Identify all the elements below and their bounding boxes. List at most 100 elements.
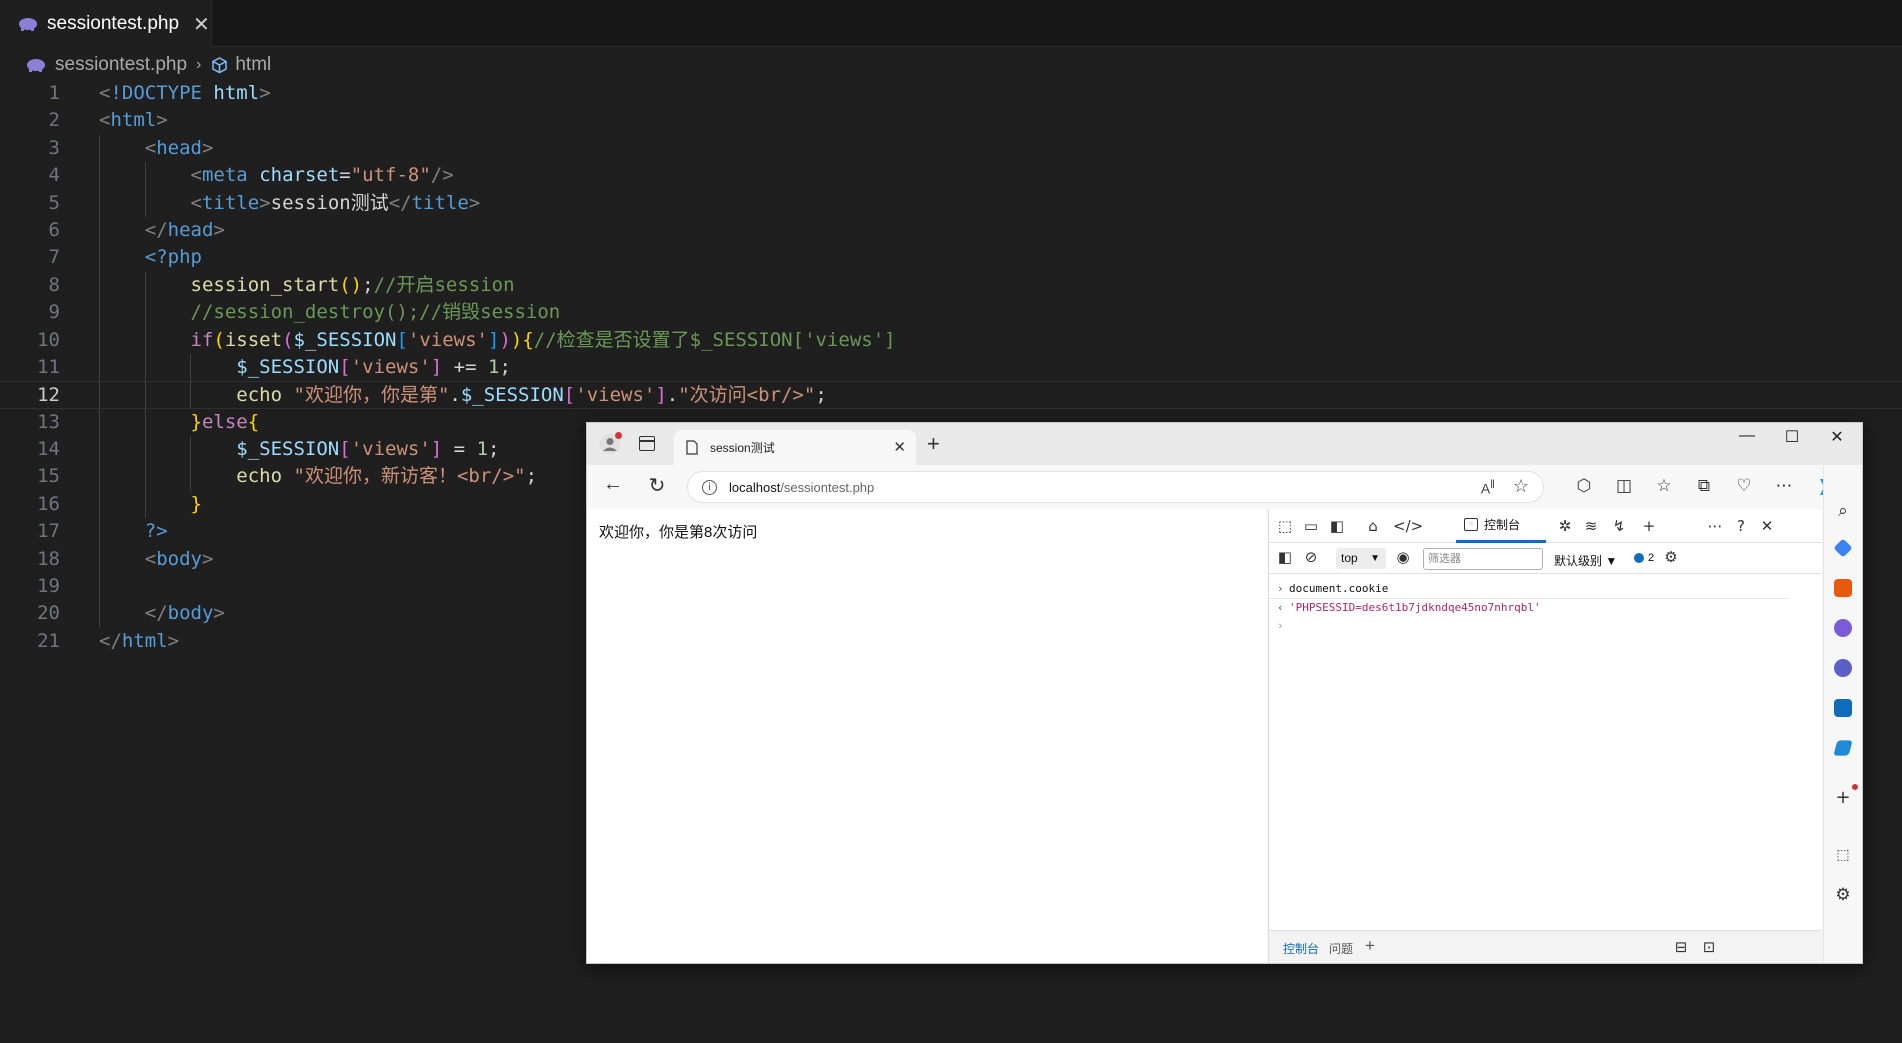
- browser-tab-session[interactable]: session测试 ✕: [674, 430, 916, 465]
- microsoft-365-icon[interactable]: [1834, 659, 1852, 677]
- tab-console-label: 控制台: [1484, 518, 1521, 532]
- sources-bug-icon[interactable]: ✲: [1555, 517, 1575, 535]
- maximize-icon[interactable]: ☐: [1772, 427, 1812, 447]
- back-arrow-icon[interactable]: ←: [599, 473, 627, 496]
- editor-tab-label: sessiontest.php: [47, 12, 180, 34]
- browser-toolbar: ← ↻ i localhost/sessiontest.php A‖ ☆ ⬡ ◫…: [587, 465, 1862, 509]
- site-info-icon[interactable]: i: [702, 479, 717, 495]
- console-filter-input[interactable]: 筛选器: [1423, 548, 1543, 570]
- minimize-icon[interactable]: —: [1727, 427, 1767, 445]
- context-select[interactable]: top ▼: [1336, 548, 1386, 569]
- search-icon[interactable]: ⌕: [1831, 501, 1855, 521]
- sidebar-toggle-icon[interactable]: ◧: [1275, 548, 1295, 566]
- console-icon: >: [1464, 518, 1478, 531]
- breadcrumb-symbol[interactable]: html: [235, 54, 271, 76]
- refresh-icon[interactable]: ↻: [643, 473, 671, 498]
- live-expression-eye-icon[interactable]: ◉: [1393, 548, 1413, 566]
- browser-essentials-icon[interactable]: ♡: [1732, 476, 1756, 496]
- help-icon[interactable]: ?: [1731, 517, 1751, 535]
- read-aloud-icon[interactable]: A‖: [1481, 478, 1495, 497]
- breadcrumb-file[interactable]: sessiontest.php: [55, 54, 187, 76]
- welcome-home-icon[interactable]: ⌂: [1363, 517, 1383, 535]
- console-input-line: › document.cookie: [1269, 579, 1789, 599]
- page-document-icon: [686, 440, 698, 455]
- code-line-active: 12 echo "欢迎你，你是第".$_SESSION['views']."次访…: [0, 381, 1902, 409]
- issues-badge[interactable]: 2: [1634, 552, 1654, 564]
- dock-side-icon[interactable]: ◧: [1327, 517, 1347, 535]
- console-result-line: ‹ 'PHPSESSID=des6t1b7jdkndqe45no7nhrqbl': [1269, 598, 1789, 618]
- code-line: 7 <?php: [0, 244, 1902, 272]
- code-line: 8 session_start();//开启session: [0, 271, 1902, 300]
- code-line: 6 </head>: [0, 216, 1902, 245]
- php-elephant-icon: [19, 17, 37, 31]
- address-bar[interactable]: i localhost/sessiontest.php A‖ ☆: [687, 471, 1544, 503]
- code-line: 1 <!DOCTYPE html>: [48, 82, 271, 104]
- caret-down-icon: ▼: [1370, 553, 1380, 564]
- drop-send-icon[interactable]: [1833, 740, 1853, 756]
- elements-code-icon[interactable]: </>: [1393, 517, 1423, 535]
- code-line: 10 if(isset($_SESSION['views'])){//检查是否设…: [0, 326, 1902, 354]
- code-line: 2 <html>: [48, 109, 168, 132]
- console-prompt[interactable]: ›: [1269, 616, 1789, 636]
- browser-window: session测试 ✕ + — ☐ ✕ ← ↻ i localhost/sess…: [586, 422, 1863, 964]
- url-path: /sessiontest.php: [780, 479, 875, 495]
- collections-icon[interactable]: ⧉: [1692, 476, 1716, 496]
- url-host: localhost: [729, 479, 781, 495]
- window-close-icon[interactable]: ✕: [1817, 427, 1857, 447]
- editor-tab-sessiontest[interactable]: sessiontest.php ✕: [0, 0, 212, 47]
- new-tab-plus-icon[interactable]: +: [927, 431, 940, 457]
- device-emulation-icon[interactable]: ▭: [1301, 517, 1321, 535]
- shopping-tag-icon[interactable]: [1833, 538, 1853, 558]
- more-tools-plus-icon[interactable]: +: [1639, 517, 1659, 535]
- tab-actions-icon[interactable]: [639, 436, 655, 451]
- close-icon[interactable]: ✕: [193, 14, 210, 34]
- clear-console-icon[interactable]: ⊘: [1301, 548, 1321, 566]
- code-line: 3 <head>: [0, 134, 1902, 163]
- dock-drawer-icon[interactable]: ⊟: [1671, 938, 1691, 956]
- chevron-right-icon: ›: [1277, 582, 1284, 595]
- tab-console[interactable]: > 控制台: [1456, 509, 1546, 543]
- notification-dot: [1852, 784, 1858, 790]
- edge-sidebar: ⌕ + ⬚ ⚙: [1823, 465, 1862, 963]
- devtools-more-icon[interactable]: ⋯: [1705, 517, 1725, 535]
- browser-title-bar: session测试 ✕ + — ☐ ✕: [587, 423, 1862, 465]
- devtools-close-icon[interactable]: ✕: [1757, 517, 1777, 535]
- close-icon[interactable]: ✕: [893, 438, 906, 456]
- php-elephant-icon: [27, 59, 45, 72]
- split-screen-icon[interactable]: ◫: [1612, 476, 1636, 496]
- screenshot-icon[interactable]: ⬚: [1831, 847, 1855, 863]
- more-menu-icon[interactable]: ⋯: [1772, 476, 1796, 496]
- tools-briefcase-icon[interactable]: [1834, 579, 1852, 597]
- performance-icon[interactable]: ↯: [1609, 517, 1629, 535]
- page-output-text: 欢迎你，你是第8次访问: [599, 524, 758, 541]
- editor-tab-bar: sessiontest.php ✕: [0, 0, 1902, 47]
- issue-dot-icon: [1634, 553, 1644, 563]
- favorites-icon[interactable]: ☆: [1652, 476, 1676, 496]
- inspect-element-icon[interactable]: ⬚: [1275, 517, 1295, 535]
- drawer-tab-issues[interactable]: 问题: [1329, 940, 1353, 957]
- breadcrumb: sessiontest.php › html: [26, 53, 271, 77]
- add-sidebar-app-icon[interactable]: +: [1831, 787, 1855, 808]
- sidebar-settings-gear-icon[interactable]: ⚙: [1831, 885, 1855, 905]
- browser-tab-title: session测试: [710, 441, 775, 455]
- drawer-toggle-icon[interactable]: ⊡: [1699, 938, 1719, 956]
- code-line: 4 <meta charset="utf-8"/>: [0, 162, 1902, 190]
- log-level-select[interactable]: 默认级别 ▼: [1554, 552, 1617, 569]
- outlook-icon[interactable]: [1834, 699, 1852, 717]
- console-filter-bar: ◧ ⊘ top ▼ ◉ 筛选器 默认级别 ▼ 2 ⚙: [1269, 543, 1822, 574]
- notification-dot: [615, 432, 622, 439]
- devtools-panel: ⬚ ▭ ◧ ⌂ </> > 控制台 ✲ ≋ ↯ + ⋯ ? ✕ ◧ ⊘ top ▼…: [1268, 509, 1822, 963]
- extensions-icon[interactable]: ⬡: [1572, 476, 1596, 496]
- return-arrow-icon: ‹: [1277, 601, 1284, 614]
- network-wifi-icon[interactable]: ≋: [1581, 517, 1601, 535]
- code-line: 11 $_SESSION['views'] += 1;: [0, 353, 1902, 382]
- favorite-star-icon[interactable]: ☆: [1513, 476, 1529, 497]
- drawer-tab-console[interactable]: 控制台: [1283, 940, 1319, 957]
- devtools-tab-bar: ⬚ ▭ ◧ ⌂ </> > 控制台 ✲ ≋ ↯ + ⋯ ? ✕: [1269, 509, 1822, 543]
- games-icon[interactable]: [1834, 619, 1852, 637]
- drawer-add-plus-icon[interactable]: +: [1365, 936, 1375, 956]
- symbol-cube-icon: [212, 56, 228, 73]
- console-settings-gear-icon[interactable]: ⚙: [1661, 548, 1681, 566]
- prompt-chevron-icon: ›: [1277, 619, 1284, 632]
- code-line: 9 //session_destroy();//销毁session: [0, 299, 1902, 327]
